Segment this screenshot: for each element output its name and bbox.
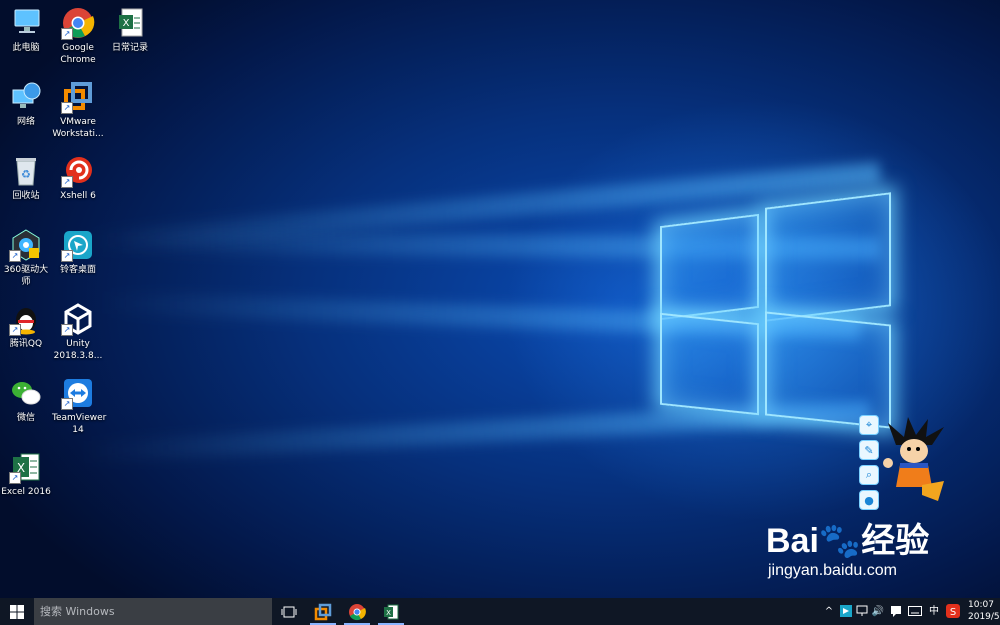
- search-tool-icon[interactable]: ⌕: [859, 465, 879, 485]
- desktop-icon-daily-log[interactable]: X 日常记录: [104, 6, 156, 54]
- vmware-icon: ↗: [61, 80, 95, 114]
- desktop-icon-network[interactable]: 网络: [0, 80, 52, 128]
- tray-app-icon[interactable]: [838, 598, 854, 625]
- floating-toolbar: ⌖ ✎ ⌕ ●: [859, 415, 879, 515]
- xshell-icon: ↗: [61, 154, 95, 188]
- task-view-button[interactable]: [272, 598, 306, 625]
- network-tray-icon[interactable]: [854, 598, 870, 625]
- desktop-icon-excel-2016[interactable]: X ↗ Excel 2016: [0, 450, 52, 498]
- teamviewer-icon: ↗: [61, 376, 95, 410]
- chrome-icon: ↗: [61, 6, 95, 40]
- logo-pane-top-left: [660, 213, 759, 321]
- clock[interactable]: 10:07 2019/5: [968, 599, 1000, 623]
- sogou-ime-icon[interactable]: S: [944, 598, 962, 625]
- desktop-icon-recycle-bin[interactable]: ♻ 回收站: [0, 154, 52, 202]
- clock-date: 2019/5: [968, 612, 1000, 622]
- clock-time: 10:07: [968, 600, 994, 610]
- desktop-icon-wechat[interactable]: 微信: [0, 376, 52, 424]
- qq-icon: ↗: [9, 302, 43, 336]
- pet-figure: [883, 417, 944, 501]
- recycle-bin-icon: ♻: [9, 154, 43, 188]
- desktop-icon-teamviewer[interactable]: ↗ TeamViewer 14: [52, 376, 106, 436]
- excel-icon: X ↗: [9, 450, 43, 484]
- taskbar-search-box[interactable]: 搜索 Windows: [34, 598, 272, 625]
- computer-icon: [9, 6, 43, 40]
- logo-pane-top-right: [765, 192, 891, 322]
- task-view-icon: [281, 606, 297, 617]
- desktop-icon-unity[interactable]: ↗ Unity 2018.3.8...: [52, 302, 104, 362]
- desktop-icon-this-pc[interactable]: 此电脑: [0, 6, 52, 54]
- chrome-icon: [349, 603, 366, 620]
- desktop-icon-chrome[interactable]: ↗ Google Chrome: [52, 6, 104, 66]
- network-icon: [9, 80, 43, 114]
- taskbar-app-chrome[interactable]: [340, 598, 374, 625]
- excel-icon: X: [384, 604, 399, 619]
- baidu-jingyan-watermark: Bai🐾经验 jingyan.baidu.com: [766, 513, 976, 580]
- desktop-icon-xshell[interactable]: ↗ Xshell 6: [52, 154, 104, 202]
- brush-tool-icon[interactable]: ✎: [859, 440, 879, 460]
- driver-master-icon: ↗: [9, 228, 43, 262]
- desktop-icon-360-driver[interactable]: ↗ 360驱动大师: [0, 228, 52, 288]
- desktop-icon-qq[interactable]: ↗ 腾讯QQ: [0, 302, 52, 350]
- start-button[interactable]: [0, 598, 34, 625]
- unity-icon: ↗: [61, 302, 95, 336]
- excel-file-icon: X: [113, 6, 147, 40]
- desktop-pet-character[interactable]: [882, 415, 952, 505]
- touch-keyboard-icon[interactable]: [906, 598, 924, 625]
- watermark-url: jingyan.baidu.com: [768, 562, 897, 579]
- logo-pane-bottom-left: [660, 312, 759, 416]
- taskbar-app-excel[interactable]: X: [374, 598, 408, 625]
- vmware-icon: [314, 603, 332, 620]
- search-placeholder: 搜索 Windows: [40, 605, 115, 618]
- desktop-wallpaper: 此电脑 ↗ Google Chrome X 日常记录 网络 ↗ VMware W…: [0, 0, 1000, 598]
- notification-message-icon[interactable]: [888, 598, 904, 625]
- logo-pane-bottom-right: [765, 311, 891, 429]
- svg-text:X: X: [123, 18, 130, 29]
- windows-start-icon: [10, 604, 24, 619]
- svg-text:S: S: [950, 607, 956, 618]
- svg-text:♻: ♻: [21, 168, 31, 181]
- taskbar-app-vmware[interactable]: [306, 598, 340, 625]
- volume-icon[interactable]: 🔊: [870, 598, 886, 625]
- watermark-brand: Bai🐾经验: [766, 522, 930, 560]
- lingke-desktop-icon: ↗: [61, 228, 95, 262]
- record-tool-icon[interactable]: ●: [859, 490, 879, 510]
- input-method-indicator[interactable]: 中: [926, 598, 942, 625]
- svg-text:X: X: [386, 609, 391, 617]
- screenshot-tool-icon[interactable]: ⌖: [859, 415, 879, 435]
- taskbar: 搜索 Windows X ^ 🔊 中 S 10:07 2019/5: [0, 598, 1000, 625]
- show-hidden-icons-chevron-up-icon[interactable]: ^: [822, 598, 836, 625]
- desktop-icon-vmware[interactable]: ↗ VMware Workstati...: [52, 80, 104, 140]
- desktop-icon-lingke[interactable]: ↗ 铃客桌面: [52, 228, 104, 276]
- wechat-icon: [9, 376, 43, 410]
- paw-icon: 🐾: [818, 522, 862, 560]
